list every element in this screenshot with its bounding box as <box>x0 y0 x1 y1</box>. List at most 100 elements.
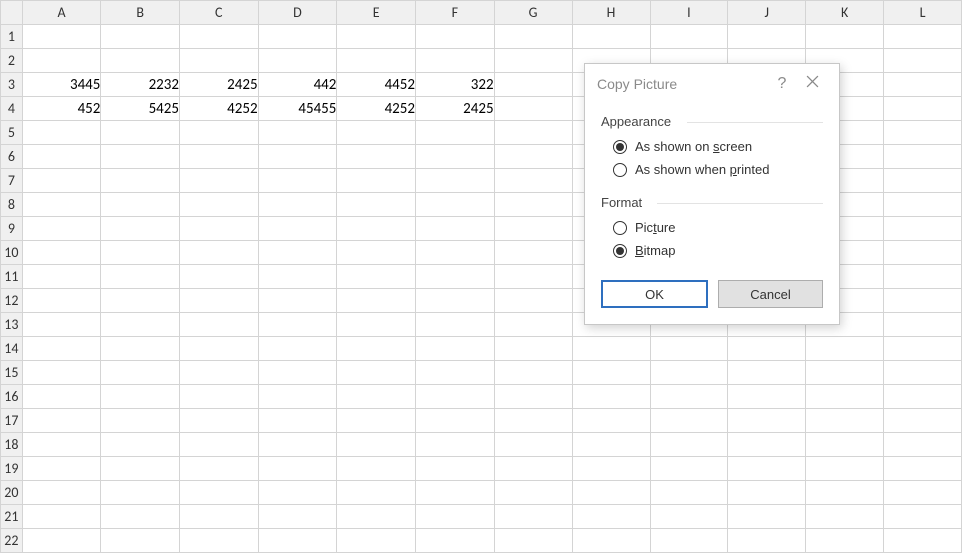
cell-C16[interactable] <box>179 385 258 409</box>
cell-C22[interactable] <box>179 529 258 553</box>
cell-F9[interactable] <box>415 217 494 241</box>
cell-F6[interactable] <box>415 145 494 169</box>
cell-J19[interactable] <box>728 457 806 481</box>
column-header-G[interactable]: G <box>494 1 572 25</box>
cell-E17[interactable] <box>337 409 416 433</box>
cell-D5[interactable] <box>258 121 337 145</box>
cell-F2[interactable] <box>415 49 494 73</box>
cell-I15[interactable] <box>650 361 728 385</box>
cell-D10[interactable] <box>258 241 337 265</box>
cell-B17[interactable] <box>101 409 180 433</box>
cell-H14[interactable] <box>572 337 650 361</box>
cell-J14[interactable] <box>728 337 806 361</box>
close-icon[interactable] <box>797 75 827 93</box>
cell-C14[interactable] <box>179 337 258 361</box>
row-header-4[interactable]: 4 <box>1 97 23 121</box>
cell-A15[interactable] <box>22 361 101 385</box>
column-header-K[interactable]: K <box>806 1 884 25</box>
cell-L12[interactable] <box>884 289 962 313</box>
cell-D7[interactable] <box>258 169 337 193</box>
cell-A9[interactable] <box>22 217 101 241</box>
row-header-7[interactable]: 7 <box>1 169 23 193</box>
cell-E22[interactable] <box>337 529 416 553</box>
cell-C17[interactable] <box>179 409 258 433</box>
row-header-22[interactable]: 22 <box>1 529 23 553</box>
cell-C20[interactable] <box>179 481 258 505</box>
cell-E7[interactable] <box>337 169 416 193</box>
cell-G6[interactable] <box>494 145 572 169</box>
cell-E1[interactable] <box>337 25 416 49</box>
row-header-19[interactable]: 19 <box>1 457 23 481</box>
cell-L7[interactable] <box>884 169 962 193</box>
cell-D9[interactable] <box>258 217 337 241</box>
cell-C6[interactable] <box>179 145 258 169</box>
column-header-L[interactable]: L <box>884 1 962 25</box>
row-header-15[interactable]: 15 <box>1 361 23 385</box>
cell-L13[interactable] <box>884 313 962 337</box>
cell-E20[interactable] <box>337 481 416 505</box>
column-header-J[interactable]: J <box>728 1 806 25</box>
cell-A19[interactable] <box>22 457 101 481</box>
cell-A17[interactable] <box>22 409 101 433</box>
cell-D1[interactable] <box>258 25 337 49</box>
cell-C1[interactable] <box>179 25 258 49</box>
cell-B13[interactable] <box>101 313 180 337</box>
cell-H15[interactable] <box>572 361 650 385</box>
cell-C18[interactable] <box>179 433 258 457</box>
cell-H22[interactable] <box>572 529 650 553</box>
cell-K19[interactable] <box>806 457 884 481</box>
cell-D21[interactable] <box>258 505 337 529</box>
cell-E11[interactable] <box>337 265 416 289</box>
cell-B21[interactable] <box>101 505 180 529</box>
cell-G17[interactable] <box>494 409 572 433</box>
cell-C12[interactable] <box>179 289 258 313</box>
cell-D22[interactable] <box>258 529 337 553</box>
select-all-corner[interactable] <box>1 1 23 25</box>
cell-L5[interactable] <box>884 121 962 145</box>
cell-D16[interactable] <box>258 385 337 409</box>
cell-K21[interactable] <box>806 505 884 529</box>
cell-J17[interactable] <box>728 409 806 433</box>
cell-G18[interactable] <box>494 433 572 457</box>
cell-A3[interactable]: 3445 <box>22 73 101 97</box>
row-header-18[interactable]: 18 <box>1 433 23 457</box>
cell-F10[interactable] <box>415 241 494 265</box>
cell-B22[interactable] <box>101 529 180 553</box>
cell-L15[interactable] <box>884 361 962 385</box>
row-header-1[interactable]: 1 <box>1 25 23 49</box>
cell-F8[interactable] <box>415 193 494 217</box>
row-header-11[interactable]: 11 <box>1 265 23 289</box>
cell-L2[interactable] <box>884 49 962 73</box>
cell-B18[interactable] <box>101 433 180 457</box>
radio-as-shown-on-screen[interactable]: As shown on screen <box>601 135 823 158</box>
cell-F17[interactable] <box>415 409 494 433</box>
cell-A10[interactable] <box>22 241 101 265</box>
cell-D19[interactable] <box>258 457 337 481</box>
cell-L6[interactable] <box>884 145 962 169</box>
column-header-I[interactable]: I <box>650 1 728 25</box>
row-header-5[interactable]: 5 <box>1 121 23 145</box>
cell-C9[interactable] <box>179 217 258 241</box>
column-header-B[interactable]: B <box>101 1 180 25</box>
cell-E18[interactable] <box>337 433 416 457</box>
cell-G15[interactable] <box>494 361 572 385</box>
cell-A4[interactable]: 452 <box>22 97 101 121</box>
cell-K20[interactable] <box>806 481 884 505</box>
row-header-6[interactable]: 6 <box>1 145 23 169</box>
cell-E19[interactable] <box>337 457 416 481</box>
cell-A16[interactable] <box>22 385 101 409</box>
cell-D6[interactable] <box>258 145 337 169</box>
cell-L16[interactable] <box>884 385 962 409</box>
cell-A7[interactable] <box>22 169 101 193</box>
cell-B7[interactable] <box>101 169 180 193</box>
cell-B16[interactable] <box>101 385 180 409</box>
cell-C3[interactable]: 2425 <box>179 73 258 97</box>
column-header-F[interactable]: F <box>415 1 494 25</box>
cell-F14[interactable] <box>415 337 494 361</box>
cell-K14[interactable] <box>806 337 884 361</box>
cell-H17[interactable] <box>572 409 650 433</box>
cell-E16[interactable] <box>337 385 416 409</box>
cell-A12[interactable] <box>22 289 101 313</box>
cell-B12[interactable] <box>101 289 180 313</box>
cell-K17[interactable] <box>806 409 884 433</box>
